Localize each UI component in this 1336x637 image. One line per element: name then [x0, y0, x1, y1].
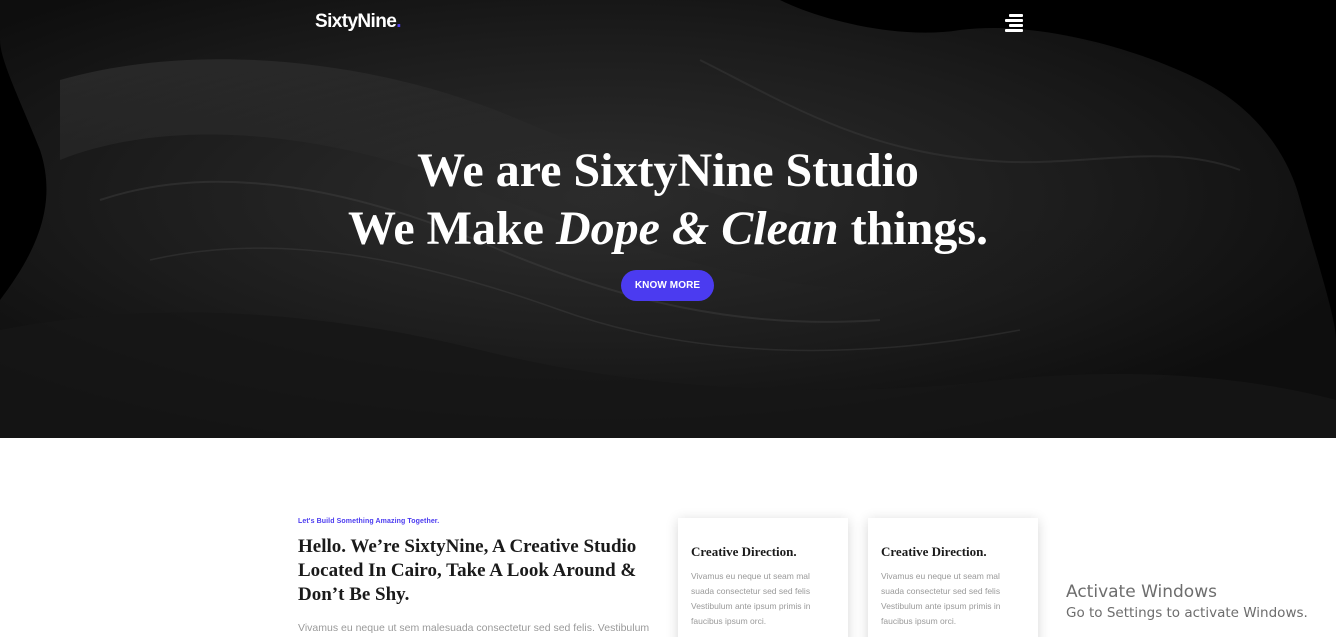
hamburger-menu-icon[interactable]	[1003, 12, 1023, 34]
hero-heading: We are SixtyNine Studio We Make Dope & C…	[0, 142, 1336, 258]
service-card-text: Vivamus eu neque ut seam mal suada conse…	[881, 571, 1001, 626]
hero-line-2-prefix: We Make	[347, 202, 556, 255]
know-more-button[interactable]: KNOW MORE	[621, 270, 714, 301]
service-card-text: Vivamus eu neque ut seam mal suada conse…	[691, 571, 811, 626]
hero-line-2-emphasis: Dope & Clean	[555, 202, 839, 255]
hero-section: SixtyNine. We are SixtyNine Studio We Ma…	[0, 0, 1336, 438]
service-card-title: Creative Direction.	[881, 544, 987, 559]
hero-line-1: We are SixtyNine Studio	[417, 144, 919, 197]
about-intro-text: Vivamus eu neque ut sem malesuada consec…	[298, 622, 650, 634]
hero-line-2-suffix: things.	[838, 202, 988, 255]
activate-windows-subtitle: Go to Settings to activate Windows.	[1066, 605, 1308, 621]
service-card: Creative Direction. Vivamus eu neque ut …	[678, 518, 848, 637]
service-card: Creative Direction. Vivamus eu neque ut …	[868, 518, 1038, 637]
brand-dot: .	[396, 11, 401, 32]
about-headline: Hello. We’re SixtyNine, A Creative Studi…	[298, 536, 637, 605]
section-kicker: Let's Build Something Amazing Together.	[298, 518, 440, 525]
activate-windows-watermark: Activate Windows Go to Settings to activ…	[1066, 581, 1308, 623]
brand-name: SixtyNine	[315, 11, 397, 32]
brand-logo[interactable]: SixtyNine.	[315, 11, 401, 33]
service-card-title: Creative Direction.	[691, 544, 797, 559]
activate-windows-title: Activate Windows	[1066, 582, 1217, 602]
